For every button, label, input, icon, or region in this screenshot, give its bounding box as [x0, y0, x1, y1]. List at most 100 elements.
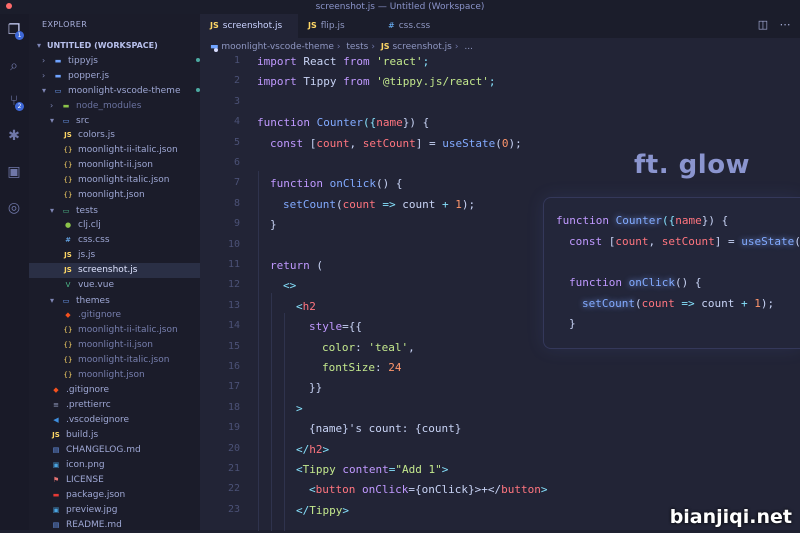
json-file-icon: {} [63, 325, 73, 334]
code-line: > [296, 402, 303, 415]
tree-item[interactable]: › ▬ tippyjs [29, 53, 213, 68]
js-file-icon: JS [64, 130, 72, 139]
breadcrumb-item[interactable]: tests [346, 42, 368, 52]
folder-icon: ▬ [54, 71, 62, 80]
line-number: 6 [233, 157, 240, 168]
chevron-right-icon: › [454, 42, 459, 52]
tree-item[interactable]: ◆ .gitignore [29, 383, 221, 398]
line-number: 1 [233, 55, 240, 66]
tree-item[interactable]: ▤ README.md [29, 518, 221, 533]
code-line: color: 'teal', [322, 341, 415, 354]
search-icon[interactable]: ⌕ [6, 58, 22, 74]
tree-item[interactable]: ▾ ▭ themes [29, 293, 221, 308]
tree-item[interactable]: ▣ preview.jpg [29, 503, 221, 518]
tree-item[interactable]: ▣ icon.png [29, 458, 221, 473]
code-line: <> [283, 279, 297, 292]
source-control-icon[interactable]: ⑂ 2 [6, 93, 24, 111]
tab-flip-js[interactable]: JS flip.js [298, 14, 378, 38]
watermark: bianjiqi.net [669, 506, 792, 528]
glow-code-line: function Counter({name}) { [556, 214, 729, 227]
indent-guide [271, 293, 272, 531]
js-file-icon: JS [64, 250, 72, 259]
tree-item[interactable]: ▤ CHANGELOG.md [29, 443, 221, 458]
line-number: 15 [227, 341, 240, 352]
code-line: setCount(count => count + 1); [283, 198, 476, 211]
indent-guide [258, 171, 259, 531]
git-file-icon: ◆ [65, 310, 71, 319]
chevron-down-icon: ▾ [50, 206, 55, 215]
vue-file-icon: V [65, 280, 71, 289]
glow-code-line: function onClick() { [569, 276, 702, 289]
code-line: import Tippy from '@tippy.js/react'; [257, 75, 496, 88]
line-number: 13 [227, 300, 240, 311]
extensions-icon[interactable]: ▣ [6, 164, 22, 180]
tree-item[interactable]: ◀ .vscodeignore [29, 413, 221, 428]
tree-item[interactable]: ▾ ▭ tests [29, 203, 221, 218]
tree-item[interactable]: ▾ ▭ moonlight-vscode-theme [29, 83, 213, 98]
debug-icon[interactable]: ✱ [6, 128, 22, 144]
tree-item[interactable]: › ▬ node_modules [29, 98, 221, 113]
css-file-icon: # [65, 235, 71, 244]
line-number: 5 [233, 137, 240, 148]
image-file-icon: ▣ [52, 505, 60, 514]
chevron-down-icon: ▾ [50, 116, 55, 125]
more-actions-icon[interactable]: ⋯ [778, 18, 792, 32]
tree-item[interactable]: › ▬ popper.js [29, 68, 213, 83]
line-number: 20 [227, 443, 240, 454]
tab-screenshot-js[interactable]: JS screenshot.js [200, 14, 298, 52]
split-editor-icon[interactable]: ◫ [756, 18, 770, 32]
line-number: 17 [227, 381, 240, 392]
line-number: 8 [233, 198, 240, 209]
git-file-icon: ◆ [53, 385, 59, 394]
tree-item[interactable]: ▾ ▭ src [29, 113, 221, 128]
tree-item[interactable]: ▬ package.json [29, 488, 221, 503]
line-number: 9 [233, 218, 240, 229]
tree-item[interactable]: ≡ .prettierrc [29, 398, 221, 413]
breadcrumb-item[interactable]: moonlight-vscode-theme [221, 42, 333, 52]
close-window-button[interactable] [6, 3, 12, 9]
license-file-icon: ⚑ [52, 475, 60, 484]
code-line: {name}'s count: {count} [309, 422, 462, 435]
code-line: }} [309, 381, 323, 394]
code-line: style={{ [309, 320, 362, 333]
line-number: 4 [233, 116, 240, 127]
code-line: <h2 [296, 300, 316, 313]
explorer-icon[interactable]: ❐ 1 [6, 22, 24, 40]
chevron-down-icon: ▾ [37, 41, 42, 50]
breadcrumb: ▬ moonlight-vscode-theme › tests › JS scre… [200, 38, 800, 55]
line-number: 11 [227, 259, 240, 270]
glow-code-line: } [569, 317, 576, 330]
line-number: 12 [227, 279, 240, 290]
line-number: 22 [227, 483, 240, 494]
folder-icon: ▬ [210, 42, 219, 52]
node-folder-icon: ▬ [62, 101, 70, 110]
json-file-icon: {} [63, 355, 73, 364]
folder-open-icon: ▭ [62, 116, 70, 125]
line-number: 16 [227, 361, 240, 372]
code-line: <Tippy content="Add 1"> [296, 463, 449, 476]
js-file-icon: JS [64, 265, 72, 274]
json-file-icon: {} [63, 160, 73, 169]
breadcrumb-item[interactable]: screenshot.js [392, 42, 451, 52]
remote-icon[interactable]: ◎ [6, 200, 22, 216]
code-line: const [count, setCount] = useState(0); [270, 137, 522, 150]
explorer-badge: 1 [15, 31, 24, 40]
code-line: </Tippy> [296, 504, 349, 517]
clojure-file-icon: ● [64, 220, 72, 229]
source-control-badge: 2 [15, 102, 24, 111]
json-file-icon: {} [63, 175, 73, 184]
prettier-file-icon: ≡ [53, 400, 59, 409]
folder-icon: ▬ [54, 56, 62, 65]
breadcrumb-item[interactable]: ... [464, 42, 473, 52]
json-file-icon: {} [63, 190, 73, 199]
workspace-header[interactable]: ▾ UNTITLED (WORKSPACE) [29, 38, 208, 53]
image-file-icon: ▣ [52, 460, 60, 469]
tree-item[interactable]: JS build.js [29, 428, 221, 443]
glow-preview-card: function Counter({name}) { const [count,… [543, 197, 800, 349]
js-file-icon: JS [210, 21, 219, 30]
chevron-right-icon: › [336, 42, 341, 52]
tab-css-css[interactable]: # css.css [378, 14, 460, 38]
tree-item[interactable]: ⚑ LICENSE [29, 473, 221, 488]
line-number: 7 [233, 177, 240, 188]
line-number: 14 [227, 320, 240, 331]
